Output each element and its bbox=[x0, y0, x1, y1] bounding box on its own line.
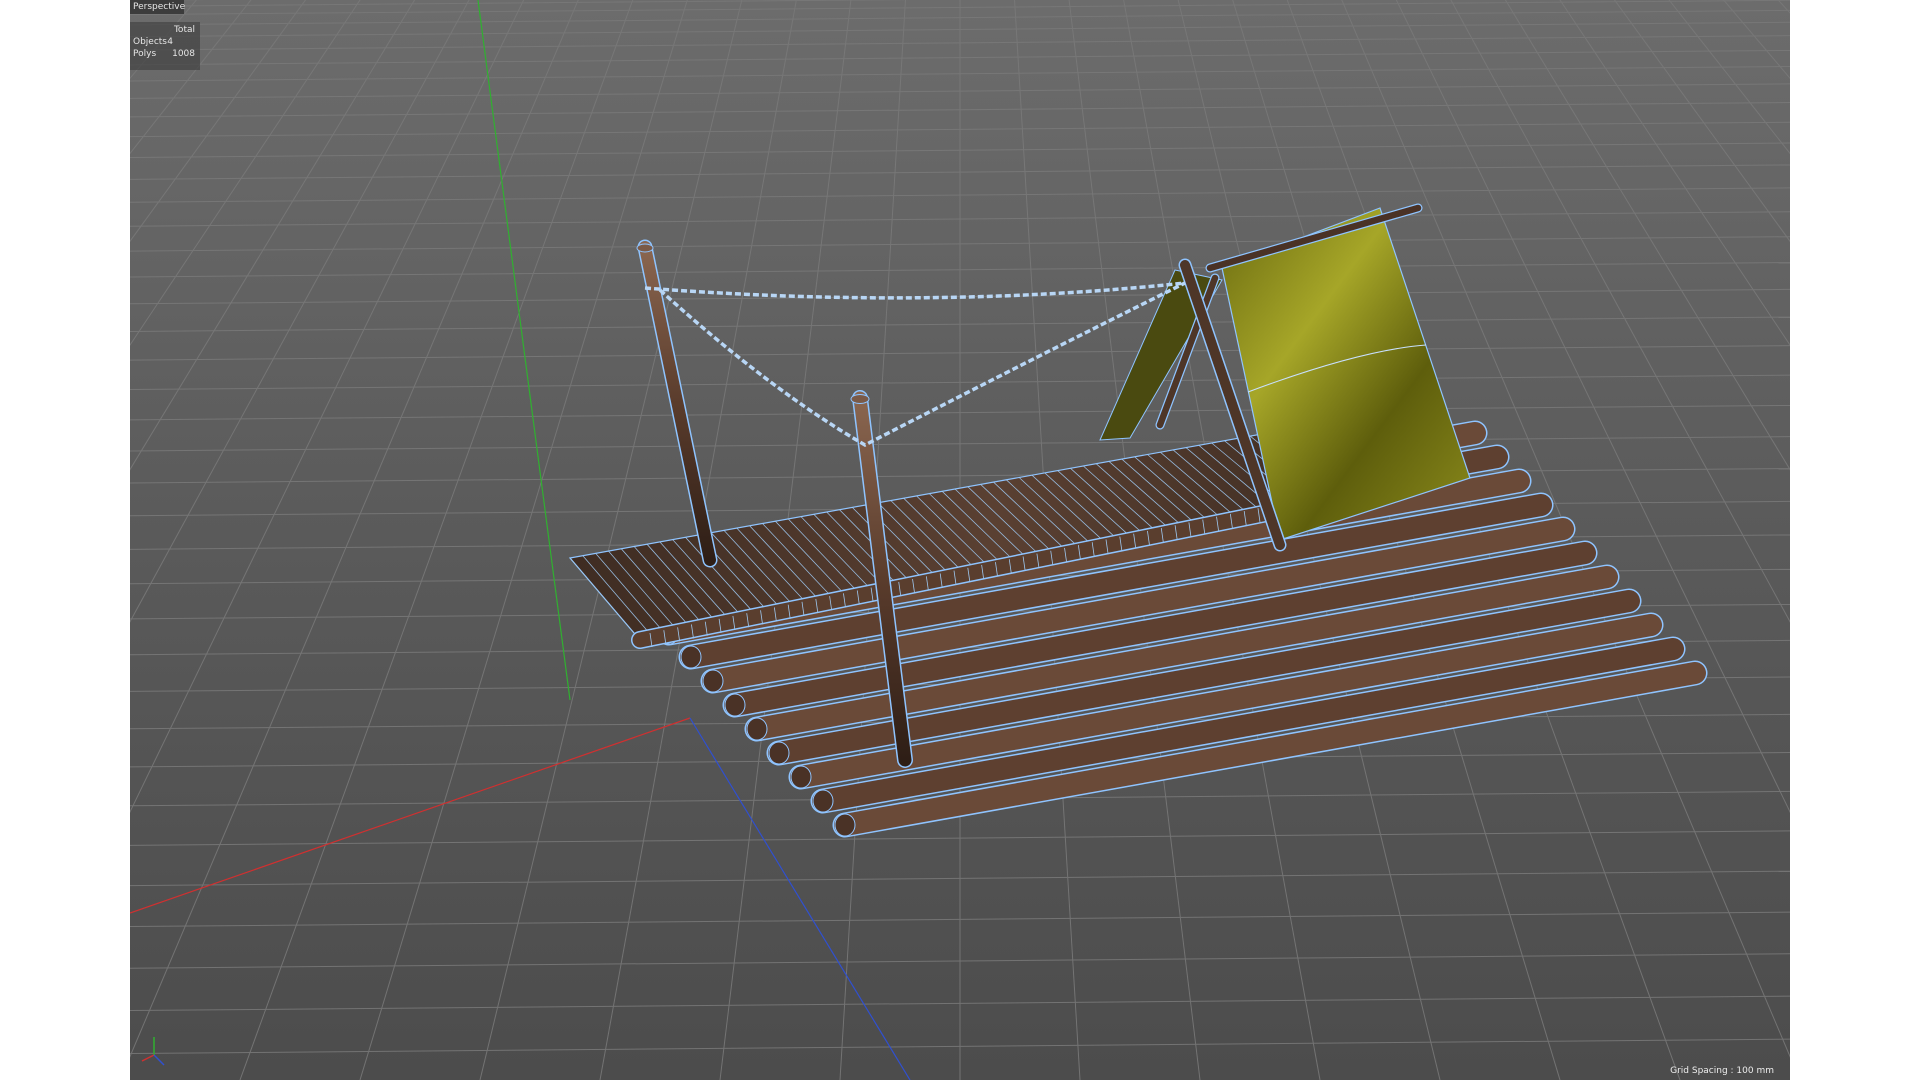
post-top-front-left bbox=[850, 394, 870, 404]
view-name-label[interactable]: Perspective bbox=[130, 0, 185, 14]
3d-viewport[interactable]: Perspective Total Objects 4 Polys 1008 Gri… bbox=[130, 0, 1790, 1080]
stats-label-polys: Polys bbox=[133, 49, 157, 59]
stats-panel: Total Objects 4 Polys 1008 bbox=[130, 22, 200, 70]
viewport-scene bbox=[130, 0, 1790, 1080]
stats-value-polys: 1008 bbox=[172, 49, 195, 59]
grid-spacing-readout: Grid Spacing : 100 mm bbox=[1670, 1066, 1774, 1076]
post-top-back-left bbox=[636, 243, 654, 253]
